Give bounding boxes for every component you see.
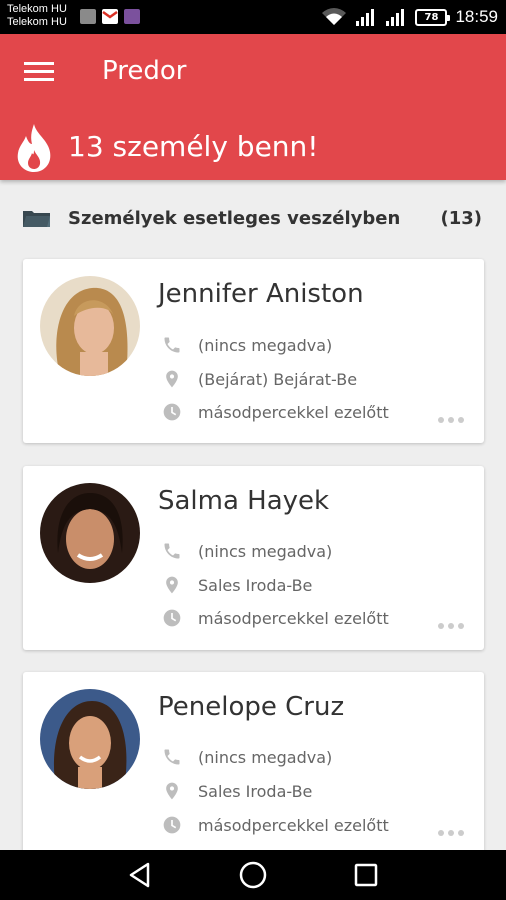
section-header: Személyek esetleges veszélyben (13) [0, 198, 506, 238]
location-row: (Bejárat) Bejárat-Be [160, 367, 357, 391]
home-icon[interactable] [237, 859, 269, 891]
back-icon[interactable] [124, 859, 156, 891]
location-pin-icon [160, 573, 184, 597]
phone-text: (nincs megadva) [198, 335, 333, 355]
carrier-labels: Telekom HU Telekom HU [7, 3, 67, 29]
phone-row: (nincs megadva) [160, 333, 332, 357]
time-row: másodpercekkel ezelőtt [160, 606, 389, 630]
location-pin-icon [160, 367, 184, 391]
app-title: Predor [102, 56, 187, 86]
app-bar: Predor 13 személy benn! [0, 34, 506, 180]
avatar [40, 483, 140, 583]
signal-icon [356, 9, 375, 26]
recents-icon[interactable] [350, 859, 382, 891]
location-text: Sales Iroda-Be [198, 781, 313, 801]
carrier-label: Telekom HU [7, 16, 67, 28]
more-options-icon[interactable] [438, 415, 464, 425]
person-card[interactable]: Penelope Cruz (nincs megadva) Sales Irod… [23, 672, 484, 856]
carrier-label: Telekom HU [7, 3, 67, 15]
alert-text: 13 személy benn! [68, 130, 319, 163]
clock: 18:59 [455, 7, 498, 26]
location-row: Sales Iroda-Be [160, 573, 312, 597]
more-options-icon[interactable] [438, 621, 464, 631]
clock-icon [160, 813, 184, 837]
phone-text: (nincs megadva) [198, 541, 333, 561]
location-text: (Bejárat) Bejárat-Be [198, 369, 358, 389]
clock-icon [160, 606, 184, 630]
battery-icon: 78 [415, 8, 451, 26]
time-row: másodpercekkel ezelőtt [160, 813, 389, 837]
person-card[interactable]: Jennifer Aniston (nincs megadva) (Bejára… [23, 259, 484, 443]
hamburger-menu-icon[interactable] [24, 62, 54, 86]
system-nav-bar [0, 850, 506, 900]
status-right: 78 18:59 [321, 0, 498, 34]
flame-icon [17, 124, 51, 172]
alert-banner: 13 személy benn! [0, 122, 506, 178]
phone-text: (nincs megadva) [198, 747, 333, 767]
phone-icon [160, 333, 184, 357]
person-name: Penelope Cruz [158, 692, 345, 722]
avatar [40, 276, 140, 376]
time-text: másodpercekkel ezelőtt [198, 608, 389, 628]
phone-icon [160, 745, 184, 769]
phone-row: (nincs megadva) [160, 539, 332, 563]
status-bar: Telekom HU Telekom HU 78 18:59 [0, 0, 506, 34]
time-text: másodpercekkel ezelőtt [198, 402, 389, 422]
person-name: Jennifer Aniston [158, 279, 364, 309]
signal-icon [386, 9, 405, 26]
section-count: (13) [440, 208, 482, 229]
notification-app-icon [80, 9, 96, 24]
time-text: másodpercekkel ezelőtt [198, 815, 389, 835]
phone-icon [160, 539, 184, 563]
battery-level: 78 [424, 11, 439, 23]
location-pin-icon [160, 779, 184, 803]
person-card[interactable]: Salma Hayek (nincs megadva) Sales Iroda-… [23, 466, 484, 650]
gmail-icon [102, 9, 118, 24]
section-title: Személyek esetleges veszélyben [68, 208, 401, 229]
notification-icons [80, 9, 140, 24]
more-options-icon[interactable] [438, 828, 464, 838]
location-row: Sales Iroda-Be [160, 779, 312, 803]
clock-icon [160, 400, 184, 424]
phone-row: (nincs megadva) [160, 745, 332, 769]
viber-icon [124, 9, 140, 24]
folder-icon [23, 211, 50, 227]
avatar [40, 689, 140, 789]
location-text: Sales Iroda-Be [198, 575, 313, 595]
wifi-icon [322, 8, 347, 25]
person-name: Salma Hayek [158, 486, 330, 516]
time-row: másodpercekkel ezelőtt [160, 400, 389, 424]
